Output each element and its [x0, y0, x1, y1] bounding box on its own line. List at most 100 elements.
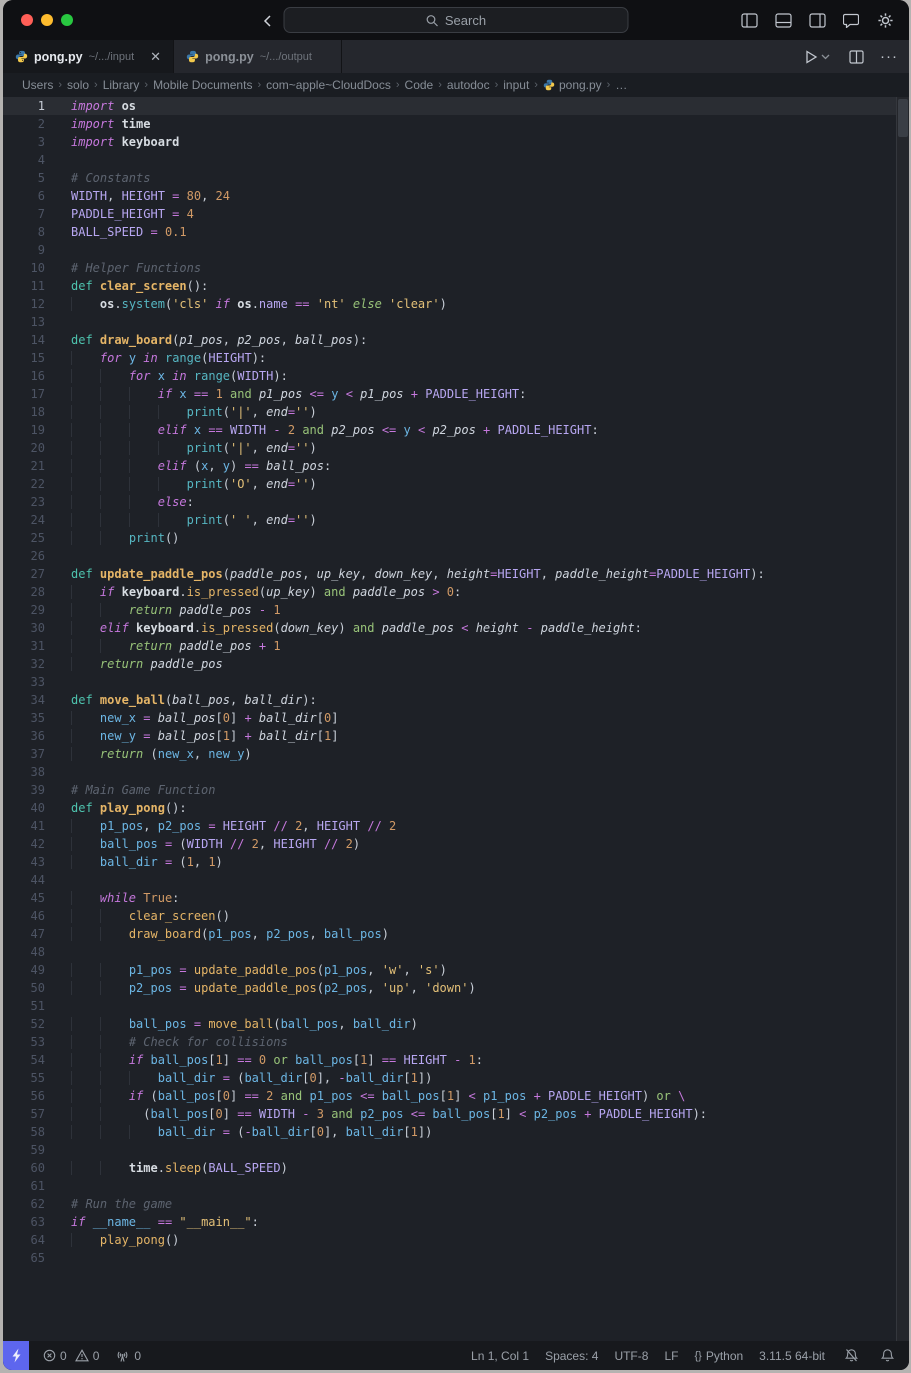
code-line[interactable]: 19 elif x == WIDTH - 2 and p2_pos <= y <…: [3, 421, 909, 439]
code-line[interactable]: 47 draw_board(p1_pos, p2_pos, ball_pos): [3, 925, 909, 943]
code-line[interactable]: 36 new_y = ball_pos[1] + ball_dir[1]: [3, 727, 909, 745]
code-line[interactable]: 41 p1_pos, p2_pos = HEIGHT // 2, HEIGHT …: [3, 817, 909, 835]
line-number[interactable]: 42: [3, 835, 45, 853]
code-line[interactable]: 21 elif (x, y) == ball_pos:: [3, 457, 909, 475]
split-editor-icon[interactable]: [846, 47, 866, 67]
line-number[interactable]: 10: [3, 259, 45, 277]
run-python-file-button[interactable]: [803, 47, 833, 67]
line-number[interactable]: 27: [3, 565, 45, 583]
line-number[interactable]: 33: [3, 673, 45, 691]
line-number[interactable]: 12: [3, 295, 45, 313]
code-line[interactable]: 49 p1_pos = update_paddle_pos(p1_pos, 'w…: [3, 961, 909, 979]
line-number[interactable]: 3: [3, 133, 45, 151]
code-line[interactable]: 15 for y in range(HEIGHT):: [3, 349, 909, 367]
line-number[interactable]: 57: [3, 1105, 45, 1123]
breadcrumb-item[interactable]: solo: [67, 78, 89, 92]
code-line[interactable]: 27def update_paddle_pos(paddle_pos, up_k…: [3, 565, 909, 583]
code-line[interactable]: 40def play_pong():: [3, 799, 909, 817]
line-number[interactable]: 62: [3, 1195, 45, 1213]
code-line[interactable]: 35 new_x = ball_pos[0] + ball_dir[0]: [3, 709, 909, 727]
code-line[interactable]: 12 os.system('cls' if os.name == 'nt' el…: [3, 295, 909, 313]
breadcrumb-item[interactable]: autodoc: [447, 78, 490, 92]
code-line[interactable]: 39# Main Game Function: [3, 781, 909, 799]
command-center-search[interactable]: Search: [284, 7, 629, 33]
code-line[interactable]: 60 time.sleep(BALL_SPEED): [3, 1159, 909, 1177]
line-number[interactable]: 2: [3, 115, 45, 133]
code-line[interactable]: 32 return paddle_pos: [3, 655, 909, 673]
code-line[interactable]: 62# Run the game: [3, 1195, 909, 1213]
code-line[interactable]: 26: [3, 547, 909, 565]
code-line[interactable]: 4: [3, 151, 909, 169]
line-number[interactable]: 46: [3, 907, 45, 925]
toggle-primary-sidebar-icon[interactable]: [739, 10, 759, 30]
code-line[interactable]: 61: [3, 1177, 909, 1195]
line-number[interactable]: 34: [3, 691, 45, 709]
code-line[interactable]: 65: [3, 1249, 909, 1267]
code-line[interactable]: 3import keyboard: [3, 133, 909, 151]
code-line[interactable]: 53 # Check for collisions: [3, 1033, 909, 1051]
code-line[interactable]: 2import time: [3, 115, 909, 133]
line-number[interactable]: 48: [3, 943, 45, 961]
tab-pong-input[interactable]: pong.py ~/.../input ✕: [3, 40, 174, 73]
line-number[interactable]: 63: [3, 1213, 45, 1231]
more-actions-icon[interactable]: ···: [879, 47, 899, 67]
line-number[interactable]: 41: [3, 817, 45, 835]
breadcrumb-item[interactable]: Library: [103, 78, 140, 92]
code-line[interactable]: 23 else:: [3, 493, 909, 511]
line-number[interactable]: 13: [3, 313, 45, 331]
line-number[interactable]: 65: [3, 1249, 45, 1267]
code-line[interactable]: 13: [3, 313, 909, 331]
line-number[interactable]: 51: [3, 997, 45, 1015]
code-line[interactable]: 59: [3, 1141, 909, 1159]
zoom-window-button[interactable]: [61, 14, 73, 26]
feedback-comment-icon[interactable]: [841, 10, 861, 30]
toggle-panel-icon[interactable]: [773, 10, 793, 30]
code-line[interactable]: 46 clear_screen(): [3, 907, 909, 925]
code-line[interactable]: 22 print('O', end=''): [3, 475, 909, 493]
code-line[interactable]: 63if __name__ == "__main__":: [3, 1213, 909, 1231]
breadcrumb-item[interactable]: Users: [22, 78, 53, 92]
indentation-status[interactable]: Spaces: 4: [545, 1349, 598, 1363]
line-number[interactable]: 1: [3, 97, 45, 115]
breadcrumb-item[interactable]: pong.py: [543, 78, 602, 92]
line-number[interactable]: 11: [3, 277, 45, 295]
code-line[interactable]: 20 print('|', end=''): [3, 439, 909, 457]
line-number[interactable]: 59: [3, 1141, 45, 1159]
code-line[interactable]: 7PADDLE_HEIGHT = 4: [3, 205, 909, 223]
code-line[interactable]: 50 p2_pos = update_paddle_pos(p2_pos, 'u…: [3, 979, 909, 997]
line-number[interactable]: 25: [3, 529, 45, 547]
line-number[interactable]: 24: [3, 511, 45, 529]
back-arrow-icon[interactable]: [258, 11, 278, 31]
code-line[interactable]: 38: [3, 763, 909, 781]
line-number[interactable]: 7: [3, 205, 45, 223]
code-line[interactable]: 43 ball_dir = (1, 1): [3, 853, 909, 871]
breadcrumb-item[interactable]: …: [615, 78, 627, 92]
line-number[interactable]: 19: [3, 421, 45, 439]
line-number[interactable]: 43: [3, 853, 45, 871]
code-line[interactable]: 55 ball_dir = (ball_dir[0], -ball_dir[1]…: [3, 1069, 909, 1087]
line-number[interactable]: 5: [3, 169, 45, 187]
editor-scrollbar[interactable]: [896, 97, 909, 1341]
toggle-secondary-sidebar-icon[interactable]: [807, 10, 827, 30]
line-number[interactable]: 23: [3, 493, 45, 511]
line-number[interactable]: 36: [3, 727, 45, 745]
code-editor[interactable]: 1import os2import time3import keyboard45…: [3, 97, 909, 1341]
line-number[interactable]: 6: [3, 187, 45, 205]
settings-gear-icon[interactable]: [875, 10, 895, 30]
line-number[interactable]: 49: [3, 961, 45, 979]
line-number[interactable]: 54: [3, 1051, 45, 1069]
line-number[interactable]: 58: [3, 1123, 45, 1141]
line-number[interactable]: 44: [3, 871, 45, 889]
close-window-button[interactable]: [21, 14, 33, 26]
code-line[interactable]: 10# Helper Functions: [3, 259, 909, 277]
code-line[interactable]: 5# Constants: [3, 169, 909, 187]
line-number[interactable]: 17: [3, 385, 45, 403]
code-line[interactable]: 52 ball_pos = move_ball(ball_pos, ball_d…: [3, 1015, 909, 1033]
encoding-status[interactable]: UTF-8: [614, 1349, 648, 1363]
eol-status[interactable]: LF: [664, 1349, 678, 1363]
code-line[interactable]: 16 for x in range(WIDTH):: [3, 367, 909, 385]
line-number[interactable]: 22: [3, 475, 45, 493]
line-number[interactable]: 64: [3, 1231, 45, 1249]
code-line[interactable]: 33: [3, 673, 909, 691]
line-number[interactable]: 15: [3, 349, 45, 367]
